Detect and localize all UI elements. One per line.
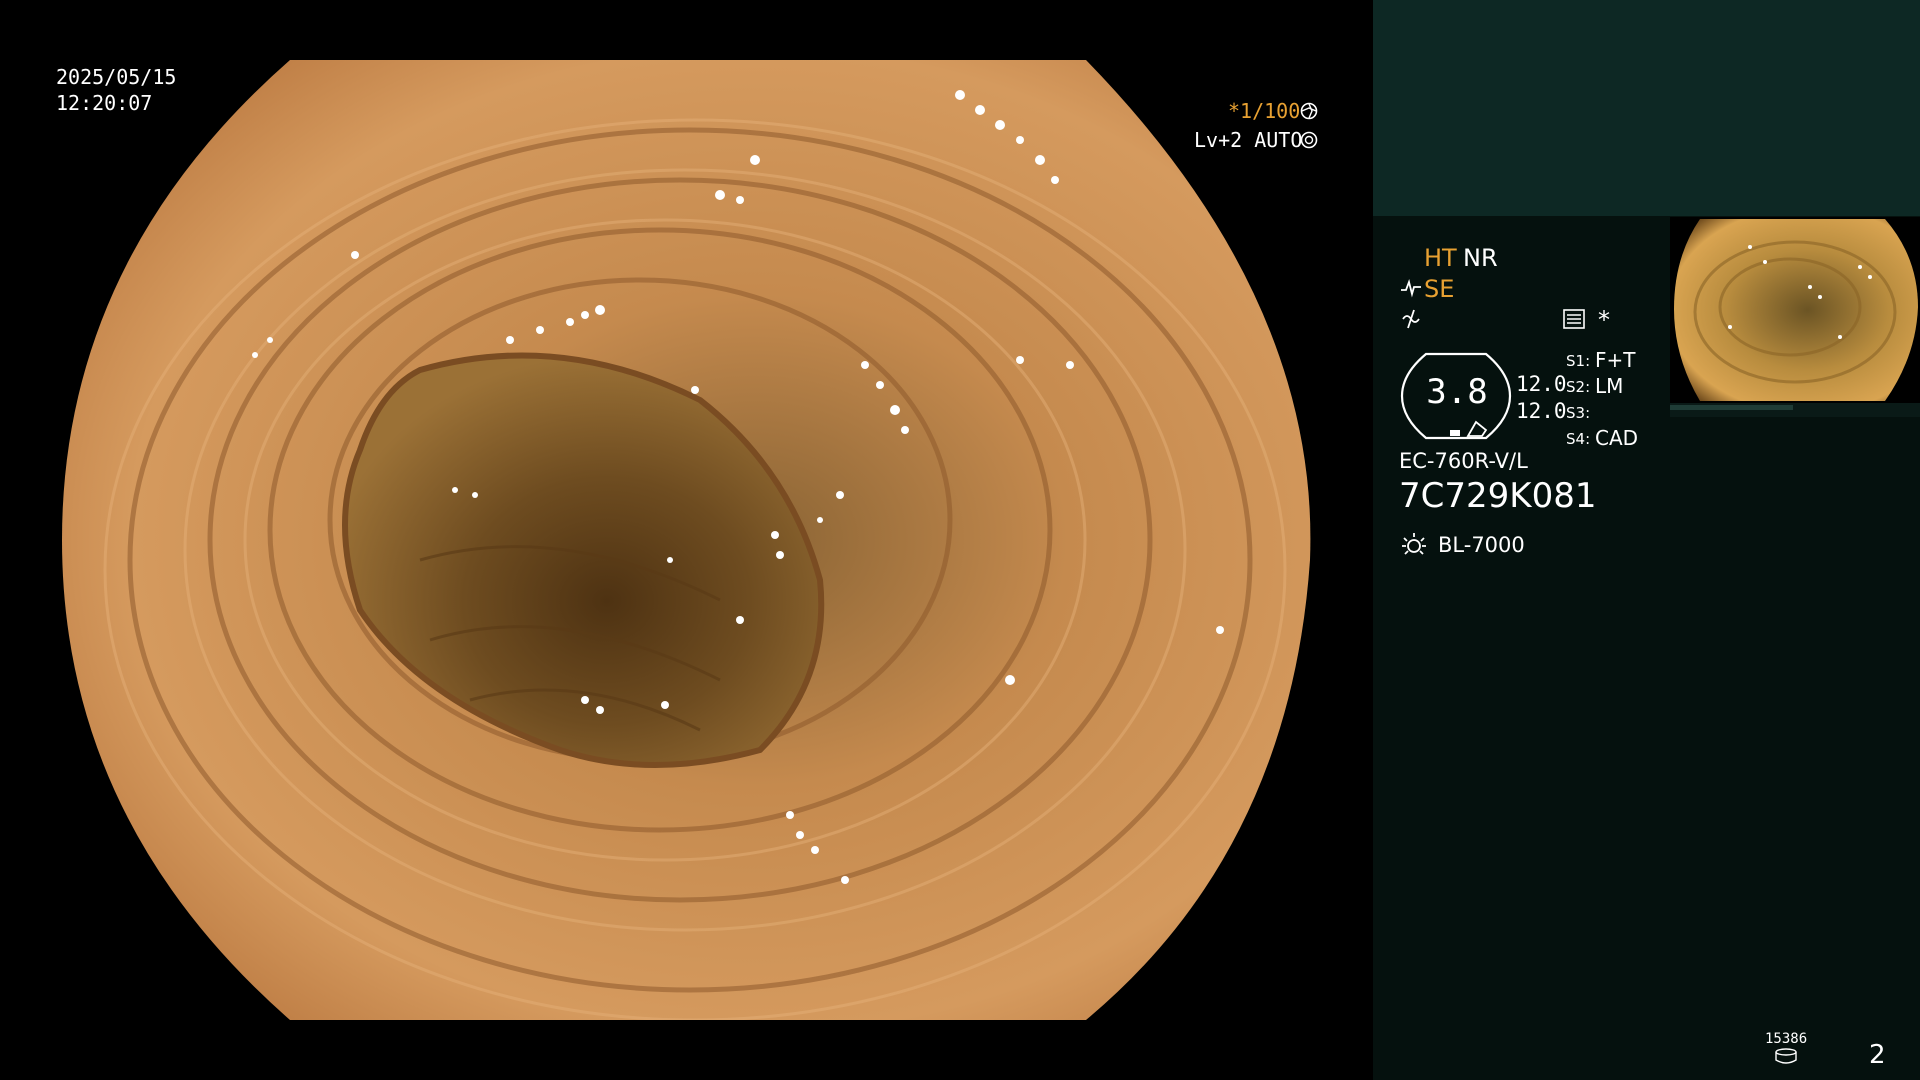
asterisk-indicator: * [1598,306,1610,334]
value-b: 12.0 [1516,399,1567,423]
s2-label: S2: [1566,378,1591,396]
light-source-icon [1402,533,1426,555]
thumbnail-image [1674,219,1918,401]
iris-icon [1300,131,1318,149]
endoscope-view: 2025/05/15 12:20:07 *1/100 Lv+2 AUTO [0,0,1373,1080]
storage-counter: 15386 [1765,1031,1808,1047]
structure-icon [1401,278,1421,298]
color-icon [1402,309,1420,329]
shutter-icon [1300,102,1318,120]
thumbnail-preview [1670,217,1920,403]
s3-label: S3: [1566,404,1591,422]
endoscopic-image [62,60,1311,1020]
scope-model: EC-760R-V/L [1399,449,1528,473]
s4-label: S4: [1566,430,1591,448]
storage-icon [1775,1048,1797,1064]
nr-indicator: NR [1463,244,1498,272]
menu-icon [1563,309,1585,329]
s2-value: LM [1595,374,1624,398]
date-readout: 2025/05/15 [56,65,177,89]
s4-value: CAD [1595,426,1639,450]
scope-serial: 7C729K081 [1399,476,1597,516]
panel-header-area [1373,0,1920,216]
ht-indicator: HT [1424,244,1457,272]
s1-value: F+T [1595,348,1636,372]
se-indicator: SE [1424,275,1455,303]
page-number: 2 [1869,1040,1886,1070]
time-readout: 12:20:07 [56,91,153,115]
thumbnail-status-strip [1670,403,1920,417]
shutter-readout: *1/100 [1228,99,1301,123]
light-source-label: BL-7000 [1438,533,1525,557]
value-a: 12.0 [1516,372,1567,396]
gauge-value: 3.8 [1426,372,1488,412]
iris-readout: Lv+2 AUTO [1194,128,1303,152]
s1-label: S1: [1566,352,1591,370]
